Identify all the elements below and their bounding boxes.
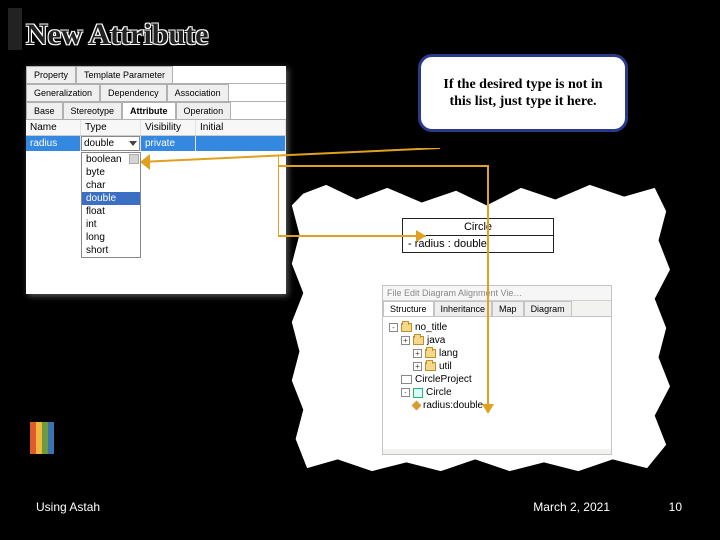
type-option[interactable]: byte xyxy=(82,166,140,179)
uml-attribute-line: - radius : double xyxy=(403,236,553,252)
package-icon xyxy=(401,323,412,332)
type-value: double xyxy=(84,138,114,149)
type-option[interactable]: char xyxy=(82,179,140,192)
tree-node[interactable]: + lang xyxy=(413,347,605,360)
type-option-selected[interactable]: double xyxy=(82,192,140,205)
tree-view[interactable]: - no_title + java + lang + util CirclePr… xyxy=(383,317,611,449)
class-diagram-icon xyxy=(401,375,412,384)
tree-root[interactable]: - no_title xyxy=(389,321,605,334)
tree-node[interactable]: CircleProject xyxy=(401,373,605,386)
tab-dependency[interactable]: Dependency xyxy=(100,84,167,101)
cell-visibility[interactable]: private xyxy=(141,136,196,151)
type-combobox[interactable]: double boolean byte char double float in… xyxy=(81,136,140,151)
tab-attribute[interactable]: Attribute xyxy=(122,102,176,119)
tab-association[interactable]: Association xyxy=(167,84,229,101)
expand-icon[interactable]: + xyxy=(413,362,422,371)
collapse-icon[interactable]: - xyxy=(401,388,410,397)
col-visibility: Visibility xyxy=(141,120,196,135)
type-option[interactable]: long xyxy=(82,231,140,244)
package-icon xyxy=(425,349,436,358)
tab-diagram[interactable]: Diagram xyxy=(524,301,572,316)
node-label: lang xyxy=(439,348,458,359)
node-label: java xyxy=(427,335,445,346)
structure-tabs: Structure Inheritance Map Diagram xyxy=(383,301,611,317)
type-option[interactable]: int xyxy=(82,218,140,231)
tab-map[interactable]: Map xyxy=(492,301,524,316)
package-icon xyxy=(425,362,436,371)
type-option[interactable]: short xyxy=(82,244,140,257)
node-label: no_title xyxy=(415,322,447,333)
attribute-panel: Property Template Parameter Generalizati… xyxy=(26,66,286,294)
col-initial: Initial xyxy=(196,120,286,135)
tab-operation[interactable]: Operation xyxy=(176,102,232,119)
grid-header: Name Type Visibility Initial xyxy=(26,120,286,136)
tab-base[interactable]: Base xyxy=(26,102,63,119)
footer-date: March 2, 2021 xyxy=(533,500,610,514)
uml-class-name: Circle xyxy=(403,219,553,236)
grid-row-selected[interactable]: radius double boolean byte char double f… xyxy=(26,136,286,151)
tree-node[interactable]: + util xyxy=(413,360,605,373)
col-type: Type xyxy=(81,120,141,135)
callout-bubble: If the desired type is not in this list,… xyxy=(418,54,628,132)
tab-template-parameter[interactable]: Template Parameter xyxy=(76,66,173,83)
node-label: Circle xyxy=(426,387,452,398)
page-title: New Attribute xyxy=(26,18,208,52)
expand-icon[interactable]: + xyxy=(413,349,422,358)
scroll-thumb[interactable] xyxy=(129,154,139,164)
tree-node-attribute[interactable]: radius:double xyxy=(413,399,605,412)
collapse-icon[interactable]: - xyxy=(389,323,398,332)
type-dropdown[interactable]: boolean byte char double float int long … xyxy=(81,152,141,258)
tab-stereotype[interactable]: Stereotype xyxy=(63,102,123,119)
cell-name[interactable]: radius xyxy=(26,136,81,151)
callout-text: If the desired type is not in this list,… xyxy=(431,76,615,111)
package-icon xyxy=(413,336,424,345)
node-label: util xyxy=(439,361,452,372)
tab-inheritance[interactable]: Inheritance xyxy=(434,301,493,316)
class-icon xyxy=(413,388,423,398)
decorative-stripes xyxy=(30,422,54,454)
type-option[interactable]: float xyxy=(82,205,140,218)
col-name: Name xyxy=(26,120,81,135)
menubar[interactable]: File Edit Diagram Alignment Vie… xyxy=(383,286,611,301)
tab-structure[interactable]: Structure xyxy=(383,301,434,316)
accent-bar xyxy=(8,8,22,50)
chevron-down-icon[interactable] xyxy=(129,141,137,146)
page-number: 10 xyxy=(669,500,682,514)
structure-panel: File Edit Diagram Alignment Vie… Structu… xyxy=(382,285,612,455)
attribute-icon xyxy=(412,401,422,411)
footer-left: Using Astah xyxy=(36,500,100,514)
node-label: CircleProject xyxy=(415,374,472,385)
tab-row-3: Base Stereotype Attribute Operation xyxy=(26,102,286,120)
expand-icon[interactable]: + xyxy=(401,336,410,345)
tree-node[interactable]: + java xyxy=(401,334,605,347)
cell-initial[interactable] xyxy=(196,136,286,151)
tab-row-1: Property Template Parameter xyxy=(26,66,286,84)
tab-row-2: Generalization Dependency Association xyxy=(26,84,286,102)
tab-generalization[interactable]: Generalization xyxy=(26,84,100,101)
uml-class-box: Circle - radius : double xyxy=(402,218,554,253)
tree-node[interactable]: - Circle xyxy=(401,386,605,399)
tab-property[interactable]: Property xyxy=(26,66,76,83)
node-label: radius:double xyxy=(423,400,483,411)
